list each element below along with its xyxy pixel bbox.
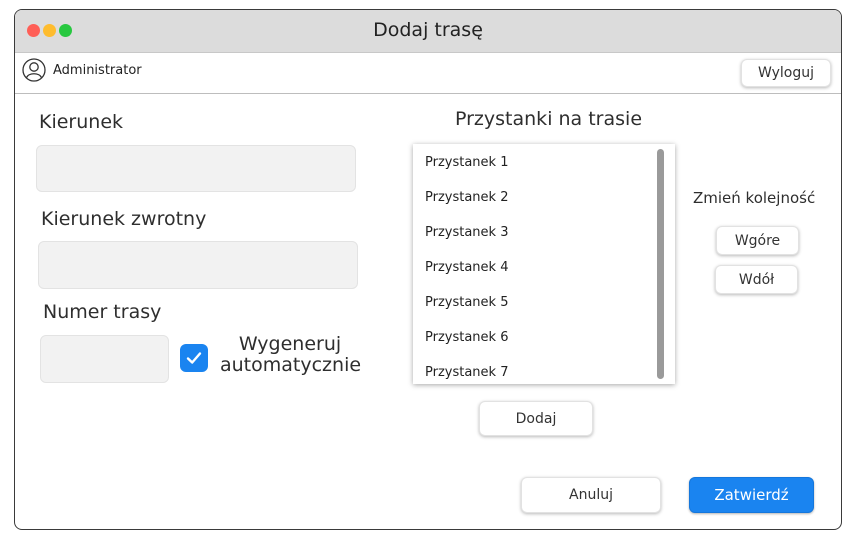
list-item[interactable]: Przystanek 4: [425, 260, 508, 275]
list-item[interactable]: Przystanek 2: [425, 190, 508, 205]
auto-generate-checkbox[interactable]: [180, 344, 208, 372]
list-item[interactable]: Przystanek 1: [425, 155, 508, 170]
stops-scrollbar[interactable]: [657, 149, 664, 379]
direction-label: Kierunek: [39, 111, 124, 133]
app-window: Dodaj trasę Administrator Wyloguj Kierun…: [14, 9, 842, 530]
logout-button[interactable]: Wyloguj: [741, 59, 831, 87]
window-title: Dodaj trasę: [373, 19, 483, 41]
confirm-button[interactable]: Zatwierdź: [689, 477, 814, 513]
user-icon: [22, 58, 46, 82]
user-bar: Administrator Wyloguj: [15, 53, 841, 94]
list-item[interactable]: Przystanek 6: [425, 330, 508, 345]
stops-title: Przystanki na trasie: [455, 108, 643, 130]
auto-generate-label-line2: automatycznie: [220, 354, 362, 376]
return-direction-input[interactable]: [38, 241, 358, 289]
auto-generate-label: Wygeneruj automatycznie: [220, 333, 362, 376]
list-item[interactable]: Przystanek 7: [425, 365, 508, 380]
title-bar: Dodaj trasę: [15, 10, 841, 53]
list-item[interactable]: Przystanek 5: [425, 295, 508, 310]
return-direction-label: Kierunek zwrotny: [41, 208, 207, 230]
cancel-button[interactable]: Anuluj: [521, 477, 661, 513]
direction-input[interactable]: [36, 145, 356, 192]
stops-list[interactable]: Przystanek 1 Przystanek 2 Przystanek 3 P…: [413, 144, 675, 384]
route-number-label: Numer trasy: [43, 301, 162, 323]
move-up-button[interactable]: Wgóre: [716, 226, 799, 255]
move-down-button[interactable]: Wdół: [715, 265, 798, 294]
checkmark-icon: [186, 352, 202, 364]
add-stop-button[interactable]: Dodaj: [479, 401, 593, 436]
username-label: Administrator: [53, 63, 142, 78]
reorder-title: Zmień kolejność: [693, 189, 816, 207]
list-item[interactable]: Przystanek 3: [425, 225, 508, 240]
auto-generate-label-line1: Wygeneruj: [238, 333, 342, 355]
route-number-input[interactable]: [40, 335, 169, 383]
